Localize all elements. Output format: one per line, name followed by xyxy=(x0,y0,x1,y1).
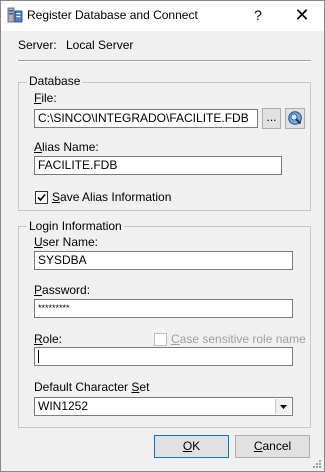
password-field[interactable]: ********* xyxy=(34,299,293,318)
login-group-title: Login Information xyxy=(27,219,124,233)
file-path-field[interactable]: C:\SINCO\INTEGRADO\FACILITE.FDB xyxy=(34,109,258,128)
alias-name-field[interactable]: FACILITE.FDB xyxy=(34,156,282,175)
cancel-button[interactable]: Cancel xyxy=(235,435,310,458)
ok-button[interactable]: OK xyxy=(154,435,229,458)
title-bar[interactable]: Register Database and Connect ? ✕ xyxy=(1,1,324,31)
user-name-label: User Name: xyxy=(34,235,99,249)
case-sensitive-role-checkbox[interactable] xyxy=(154,333,167,346)
close-button[interactable]: ✕ xyxy=(288,4,316,26)
database-app-icon xyxy=(7,7,23,23)
help-button[interactable]: ? xyxy=(244,4,272,26)
case-sensitive-role-label: Case sensitive role name xyxy=(171,332,306,346)
resize-grip-icon[interactable] xyxy=(312,459,322,469)
server-value: Local Server xyxy=(66,38,134,52)
user-name-field[interactable]: SYSDBA xyxy=(34,251,293,270)
find-database-button[interactable] xyxy=(285,108,305,129)
save-alias-label[interactable]: Save Alias Information xyxy=(52,190,171,204)
server-label: Server: xyxy=(18,38,57,52)
dialog-window: Register Database and Connect ? ✕ Server… xyxy=(0,0,325,472)
separator-line xyxy=(18,60,311,62)
file-label: File: xyxy=(34,91,57,105)
text-cursor xyxy=(38,350,39,363)
search-database-icon xyxy=(288,111,302,125)
chevron-down-icon xyxy=(280,405,287,409)
alias-name-label: Alias Name: xyxy=(34,140,99,154)
window-title: Register Database and Connect xyxy=(27,8,198,22)
checkmark-icon xyxy=(37,193,46,202)
role-label: Role: xyxy=(34,332,63,346)
charset-selected-value: WIN1252 xyxy=(38,399,89,413)
browse-button[interactable]: ... xyxy=(262,108,281,129)
charset-dropdown[interactable]: WIN1252 xyxy=(34,397,293,416)
default-charset-label: Default Character Set xyxy=(34,380,150,394)
save-alias-checkbox[interactable] xyxy=(35,191,48,204)
dropdown-arrow-button[interactable] xyxy=(275,399,291,414)
database-group-title: Database xyxy=(27,74,83,88)
password-label: Password: xyxy=(34,283,91,297)
role-field[interactable] xyxy=(34,347,293,366)
